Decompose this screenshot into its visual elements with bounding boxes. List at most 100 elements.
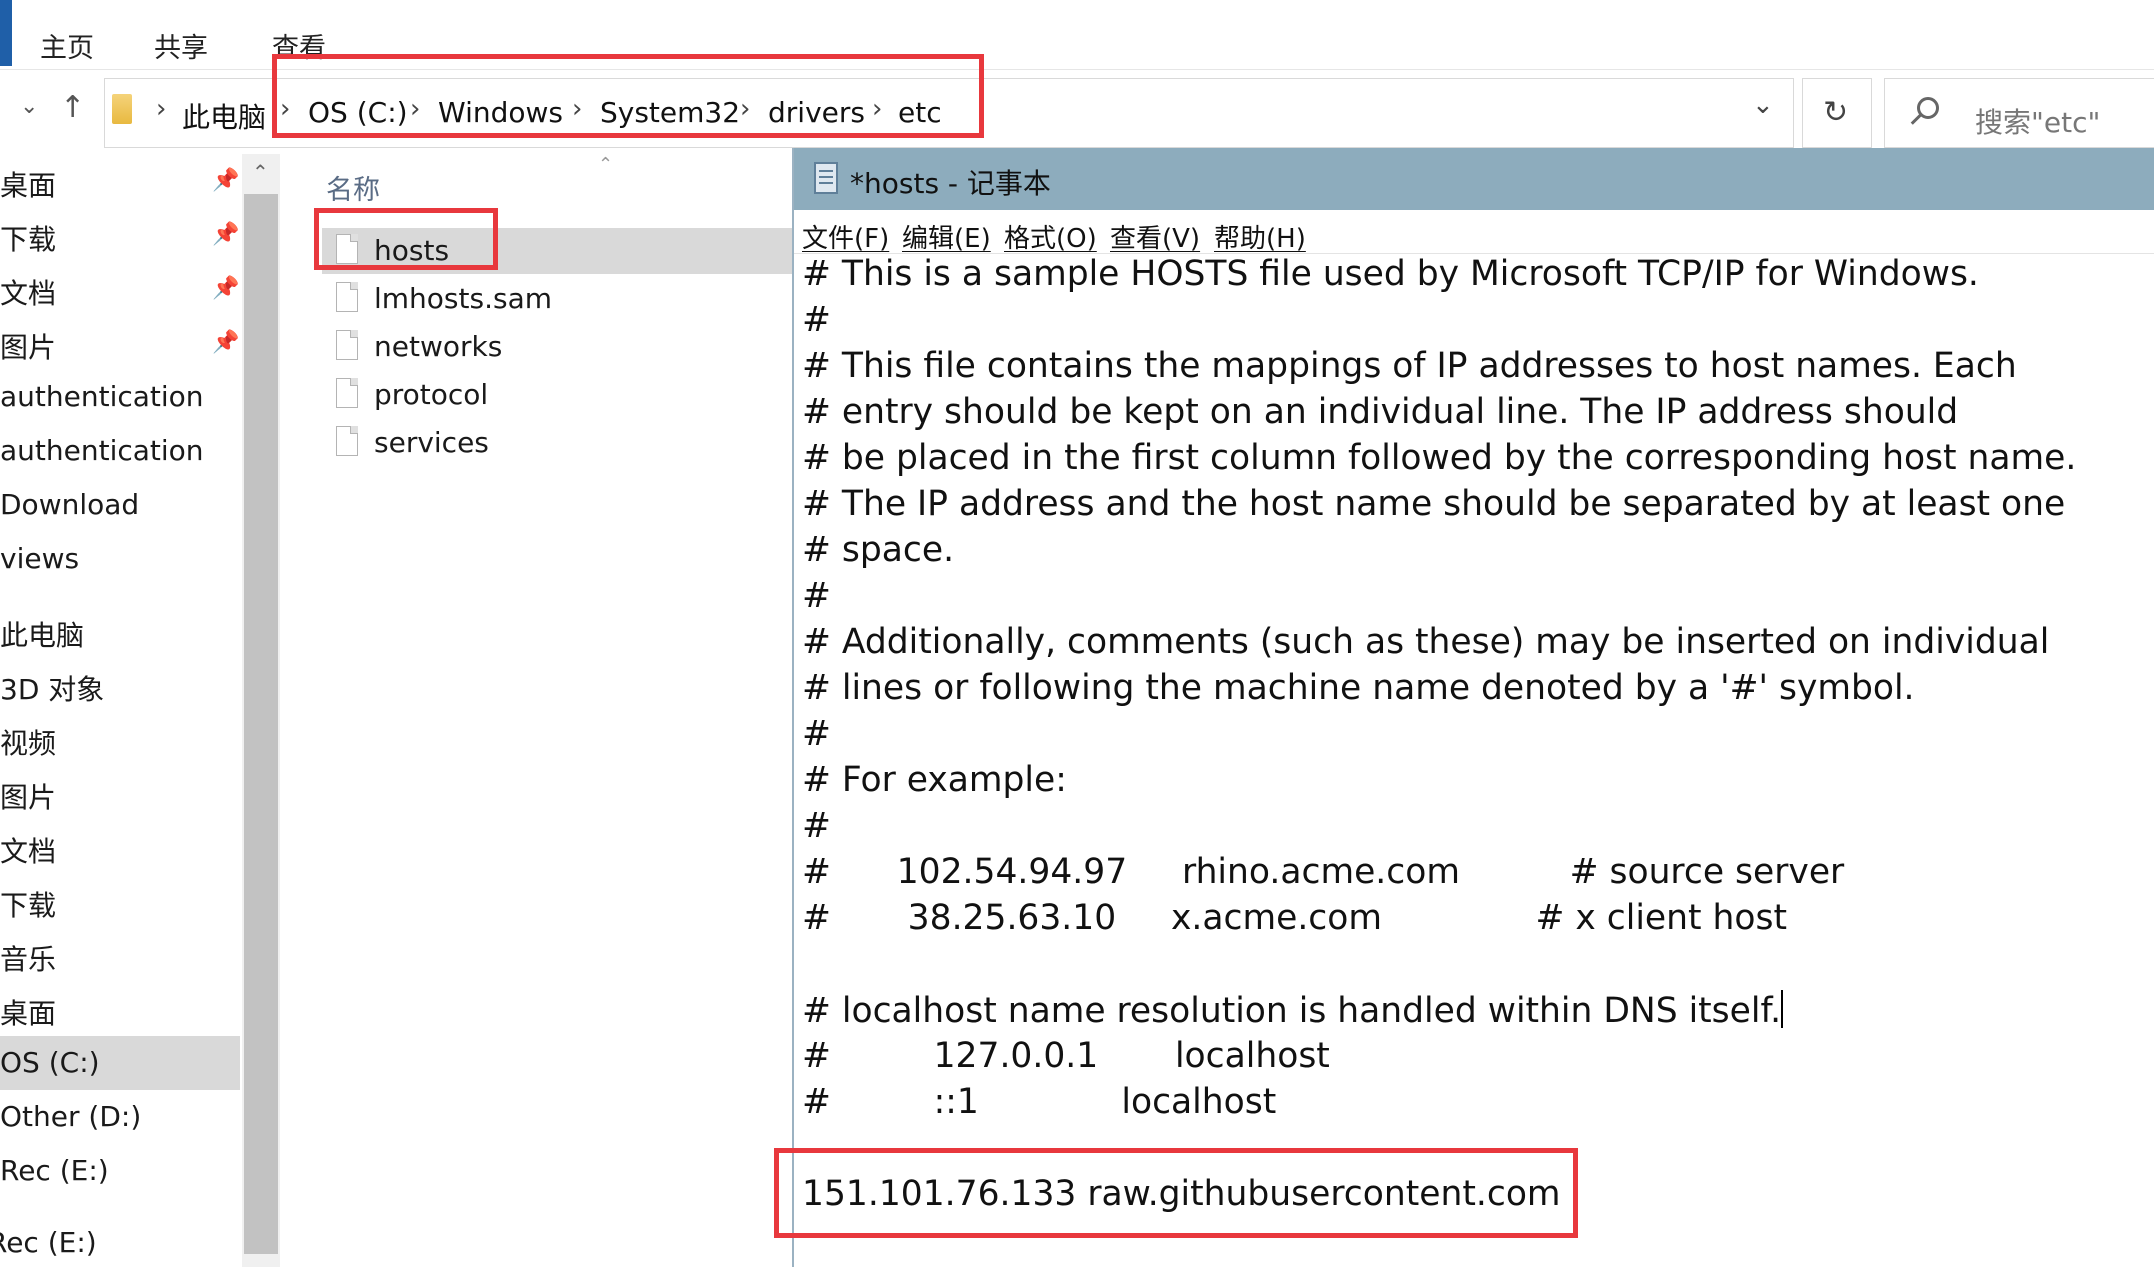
text-line: # lines or following the machine name de… bbox=[802, 668, 1915, 708]
address-row: ⌄ ↑ › 此电脑 › OS (C:) › Windows › System32… bbox=[0, 72, 2154, 154]
file-icon bbox=[336, 426, 358, 456]
breadcrumb-windows[interactable]: Windows bbox=[438, 96, 563, 129]
text-line: # entry should be kept on an individual … bbox=[802, 392, 1959, 432]
nav-item-pictures-pinned[interactable]: 图片 📌 bbox=[0, 316, 240, 370]
text-line: # bbox=[802, 806, 831, 846]
nav-item-views[interactable]: views bbox=[0, 532, 240, 586]
pin-icon: 📌 bbox=[212, 222, 240, 247]
nav-item-downloads[interactable]: 下载 bbox=[0, 874, 240, 928]
nav-item-3d-objects[interactable]: 3D 对象 bbox=[0, 658, 240, 712]
text-line: # bbox=[802, 300, 831, 340]
text-line: # space. bbox=[802, 530, 955, 570]
file-row-protocol[interactable]: protocol bbox=[322, 372, 792, 418]
text-line: # This is a sample HOSTS file used by Mi… bbox=[802, 254, 1979, 294]
breadcrumb-separator-icon[interactable]: › bbox=[872, 94, 882, 124]
text-line: # be placed in the first column followed… bbox=[802, 438, 2077, 478]
text-line: # bbox=[802, 714, 831, 754]
file-row-services[interactable]: services bbox=[322, 420, 792, 466]
breadcrumb-os-c[interactable]: OS (C:) bbox=[308, 96, 408, 129]
text-line: # bbox=[802, 576, 831, 616]
file-icon bbox=[336, 282, 358, 312]
nav-item-downloads-pinned[interactable]: 下载 📌 bbox=[0, 208, 240, 262]
file-row-lmhosts[interactable]: lmhosts.sam bbox=[322, 276, 792, 322]
nav-item-this-pc[interactable]: 此电脑 bbox=[0, 604, 240, 658]
text-line: # For example: bbox=[802, 760, 1067, 800]
text-line: # 38.25.63.10 x.acme.com # x client host bbox=[802, 898, 1787, 938]
tab-home[interactable]: 主页 bbox=[40, 26, 94, 65]
text-line: # This file contains the mappings of IP … bbox=[802, 346, 2017, 386]
nav-item-documents-pinned[interactable]: 文档 📌 bbox=[0, 262, 240, 316]
pin-icon: 📌 bbox=[212, 276, 240, 301]
search-icon bbox=[1917, 97, 1939, 119]
text-line: # Additionally, comments (such as these)… bbox=[802, 622, 2050, 662]
menu-format[interactable]: 格式(O) bbox=[1004, 218, 1097, 255]
breadcrumb-separator-icon[interactable]: › bbox=[740, 94, 750, 124]
column-header-name[interactable]: 名称 bbox=[326, 168, 380, 207]
nav-item-documents[interactable]: 文档 bbox=[0, 820, 240, 874]
ribbon: 主页 共享 查看 bbox=[0, 0, 2154, 70]
menu-help[interactable]: 帮助(H) bbox=[1214, 218, 1306, 255]
text-line-cursor: # localhost name resolution is handled w… bbox=[802, 990, 1784, 1031]
nav-item-download[interactable]: Download bbox=[0, 478, 240, 532]
breadcrumb-separator-icon[interactable]: › bbox=[410, 94, 420, 124]
nav-item-videos[interactable]: 视频 bbox=[0, 712, 240, 766]
breadcrumb-separator-icon[interactable]: › bbox=[280, 94, 290, 124]
recent-locations-chevron-icon[interactable]: ⌄ bbox=[20, 94, 38, 119]
breadcrumb-this-pc[interactable]: 此电脑 bbox=[182, 96, 266, 136]
scroll-up-icon[interactable]: ⌃ bbox=[252, 160, 269, 184]
menu-edit[interactable]: 编辑(E) bbox=[902, 218, 991, 255]
file-icon bbox=[336, 234, 358, 264]
nav-item-desktop[interactable]: 桌面 bbox=[0, 982, 240, 1036]
tab-view[interactable]: 查看 bbox=[272, 26, 326, 65]
pin-icon: 📌 bbox=[212, 330, 240, 355]
notepad-menu-bar: 文件(F) 编辑(E) 格式(O) 查看(V) 帮助(H) bbox=[794, 210, 2154, 254]
scrollbar-thumb[interactable] bbox=[244, 194, 278, 1254]
nav-item-pictures[interactable]: 图片 bbox=[0, 766, 240, 820]
text-line: # 127.0.0.1 localhost bbox=[802, 1036, 1330, 1076]
text-caret bbox=[1781, 990, 1784, 1028]
address-history-chevron-icon[interactable]: ⌄ bbox=[1752, 90, 1774, 120]
refresh-button[interactable]: ↻ bbox=[1802, 78, 1872, 148]
text-line: # ::1 localhost bbox=[802, 1082, 1277, 1122]
menu-file[interactable]: 文件(F) bbox=[802, 218, 889, 255]
file-tab[interactable] bbox=[0, 0, 12, 66]
file-row-hosts[interactable]: hosts bbox=[322, 228, 792, 274]
file-icon bbox=[336, 330, 358, 360]
sort-ascending-icon: ⌃ bbox=[598, 154, 614, 175]
notepad-icon bbox=[814, 162, 838, 194]
nav-item-music[interactable]: 音乐 bbox=[0, 928, 240, 982]
navigation-pane: 桌面 📌 下载 📌 文档 📌 图片 📌 authentication authentic… bbox=[0, 154, 242, 1267]
text-line-github-entry: 151.101.76.133 raw.githubusercontent.com bbox=[802, 1174, 1561, 1214]
text-line: # 102.54.94.97 rhino.acme.com # source s… bbox=[802, 852, 1845, 892]
navigation-scrollbar[interactable]: ⌃ bbox=[242, 154, 280, 1267]
nav-item-os-c[interactable]: OS (C:) bbox=[0, 1036, 240, 1090]
nav-item-authentication[interactable]: authentication bbox=[0, 370, 240, 424]
nav-item-other-d[interactable]: Other (D:) bbox=[0, 1090, 240, 1144]
file-icon bbox=[336, 378, 358, 408]
notepad-text-area[interactable]: # This is a sample HOSTS file used by Mi… bbox=[794, 254, 2154, 1267]
nav-item-authentication-2[interactable]: authentication bbox=[0, 424, 240, 478]
nav-item-rec-e-2[interactable]: Rec (E:) bbox=[0, 1216, 240, 1267]
nav-item-rec-e[interactable]: Rec (E:) bbox=[0, 1144, 240, 1198]
text-line: # localhost name resolution is handled w… bbox=[802, 991, 1782, 1031]
notepad-title: *hosts - 记事本 bbox=[850, 167, 1051, 200]
file-list: ⌃ 名称 hosts lmhosts.sam networks protocol… bbox=[282, 154, 792, 1267]
menu-view[interactable]: 查看(V) bbox=[1110, 218, 1200, 255]
tab-share[interactable]: 共享 bbox=[154, 26, 208, 65]
search-placeholder: 搜索"etc" bbox=[1975, 106, 2101, 139]
pin-icon: 📌 bbox=[212, 168, 240, 193]
search-field[interactable]: 搜索"etc" bbox=[1884, 78, 2154, 148]
breadcrumb-system32[interactable]: System32 bbox=[600, 96, 740, 129]
breadcrumb-separator-icon[interactable]: › bbox=[156, 94, 166, 124]
folder-icon bbox=[112, 94, 132, 124]
text-line: # The IP address and the host name shoul… bbox=[802, 484, 2066, 524]
up-arrow-icon[interactable]: ↑ bbox=[60, 90, 85, 125]
breadcrumb-separator-icon[interactable]: › bbox=[572, 94, 582, 124]
file-row-networks[interactable]: networks bbox=[322, 324, 792, 370]
nav-item-desktop-pinned[interactable]: 桌面 📌 bbox=[0, 154, 240, 208]
notepad-title-bar[interactable]: *hosts - 记事本 bbox=[794, 148, 2154, 210]
breadcrumb-drivers[interactable]: drivers bbox=[768, 96, 865, 129]
notepad-window: *hosts - 记事本 文件(F) 编辑(E) 格式(O) 查看(V) 帮助(… bbox=[792, 148, 2154, 1267]
breadcrumb-etc[interactable]: etc bbox=[898, 96, 942, 129]
refresh-icon: ↻ bbox=[1823, 95, 1849, 130]
